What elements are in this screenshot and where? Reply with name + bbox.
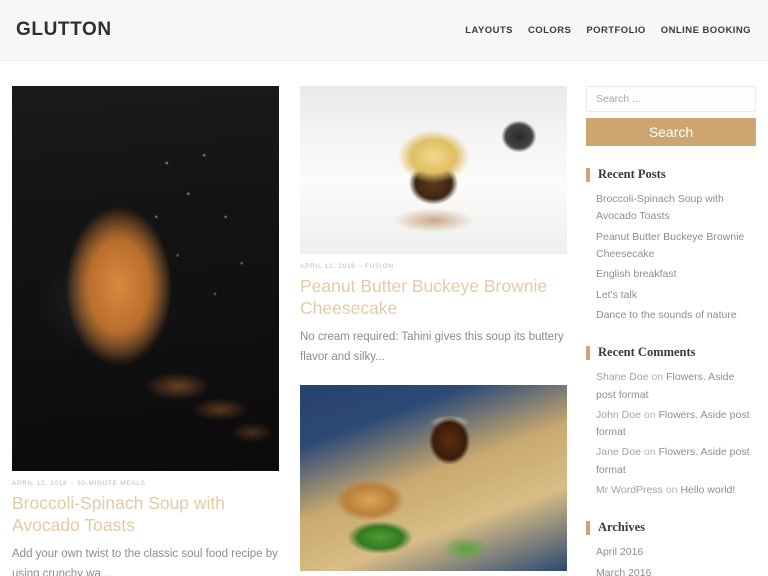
archives-list: April 2016 March 2016	[586, 544, 756, 576]
comment-on-text: on	[651, 371, 664, 384]
list-item[interactable]: Let's talk	[596, 287, 756, 304]
post-meta: APRIL 12, 2016 ~ FUSION	[300, 263, 394, 270]
list-item[interactable]: English breakfast	[596, 266, 756, 283]
post-meta: APRIL 12, 2016 ~ 30-MINUTE MEALS	[12, 480, 146, 487]
widget-title-text: Recent Posts	[598, 167, 666, 181]
site-logo[interactable]: GLUTTON	[16, 19, 112, 41]
post-card-broccoli-spinach-soup: APRIL 12, 2016 ~ 30-MINUTE MEALS Broccol…	[12, 86, 279, 576]
comment-author[interactable]: Mr WordPress	[596, 484, 663, 496]
post-thumbnail-sandwich[interactable]	[300, 385, 567, 572]
accent-bar-icon	[586, 520, 590, 535]
search-input[interactable]	[586, 86, 756, 112]
post-thumbnail-plated-dish[interactable]	[300, 86, 567, 254]
accent-bar-icon	[586, 345, 590, 360]
post-card-peanut-butter-cheesecake: APRIL 12, 2016 ~ FUSION Peanut Butter Bu…	[300, 86, 567, 367]
widget-recent-comments: Recent Comments Shane Doe on Flowers. As…	[586, 345, 756, 499]
nav-item-colors[interactable]: COLORS	[528, 25, 571, 36]
post-title-link[interactable]: Peanut Butter Buckeye Brownie Cheesecake	[300, 275, 567, 320]
post-column-middle: APRIL 12, 2016 ~ FUSION Peanut Butter Bu…	[300, 86, 567, 576]
sidebar: Search Recent Posts Broccoli-Spinach Sou…	[586, 86, 756, 576]
post-title-link[interactable]: Broccoli-Spinach Soup with Avocado Toast…	[12, 492, 279, 537]
widget-title-text: Recent Comments	[598, 345, 696, 360]
post-excerpt: No cream required: Tahini gives this sou…	[300, 330, 564, 363]
list-item[interactable]: Shane Doe on Flowers. Aside post format	[596, 369, 756, 404]
post-card-next	[300, 385, 567, 572]
recent-comments-list: Shane Doe on Flowers. Aside post format …	[586, 369, 756, 499]
widget-recent-posts: Recent Posts Broccoli-Spinach Soup with …	[586, 167, 756, 324]
recent-posts-list: Broccoli-Spinach Soup with Avocado Toast…	[586, 191, 756, 324]
widget-archives: Archives April 2016 March 2016	[586, 520, 756, 576]
page-content: APRIL 12, 2016 ~ 30-MINUTE MEALS Broccol…	[0, 61, 768, 576]
comment-on-text: on	[643, 408, 656, 421]
list-item[interactable]: Jane Doe on Flowers. Aside post format	[596, 444, 756, 479]
widget-title-archives: Archives	[586, 520, 756, 535]
nav-item-layouts[interactable]: LAYOUTS	[465, 25, 513, 36]
site-header: GLUTTON LAYOUTS COLORS PORTFOLIO ONLINE …	[0, 0, 768, 61]
comment-author[interactable]: Jane Doe	[596, 446, 641, 458]
post-excerpt: Add your own twist to the classic soul f…	[12, 547, 278, 576]
nav-item-online-booking[interactable]: ONLINE BOOKING	[661, 25, 751, 36]
post-thumbnail-croissant[interactable]	[12, 86, 279, 471]
list-item[interactable]: Broccoli-Spinach Soup with Avocado Toast…	[596, 191, 756, 226]
comment-on-text: on	[665, 484, 678, 497]
list-item[interactable]: March 2016	[596, 565, 756, 576]
accent-bar-icon	[586, 167, 590, 182]
comment-author[interactable]: Shane Doe	[596, 371, 649, 383]
widget-title-text: Archives	[598, 520, 645, 535]
list-item[interactable]: Peanut Butter Buckeye Brownie Cheesecake	[596, 229, 756, 264]
comment-on-text: on	[643, 446, 656, 459]
search-form: Search	[586, 86, 756, 146]
comment-author[interactable]: John Doe	[596, 409, 641, 421]
widget-title-recent-posts: Recent Posts	[586, 167, 756, 182]
nav-item-portfolio[interactable]: PORTFOLIO	[586, 25, 645, 36]
list-item[interactable]: John Doe on Flowers. Aside post format	[596, 407, 756, 442]
list-item[interactable]: Dance to the sounds of nature	[596, 307, 756, 324]
comment-post-link[interactable]: Hello world!	[680, 484, 735, 496]
widget-title-recent-comments: Recent Comments	[586, 345, 756, 360]
list-item[interactable]: April 2016	[596, 544, 756, 561]
main-navigation: LAYOUTS COLORS PORTFOLIO ONLINE BOOKING	[465, 25, 751, 36]
search-button[interactable]: Search	[586, 118, 756, 146]
post-column-left: APRIL 12, 2016 ~ 30-MINUTE MEALS Broccol…	[12, 86, 279, 576]
list-item[interactable]: Mr WordPress on Hello world!	[596, 482, 756, 499]
